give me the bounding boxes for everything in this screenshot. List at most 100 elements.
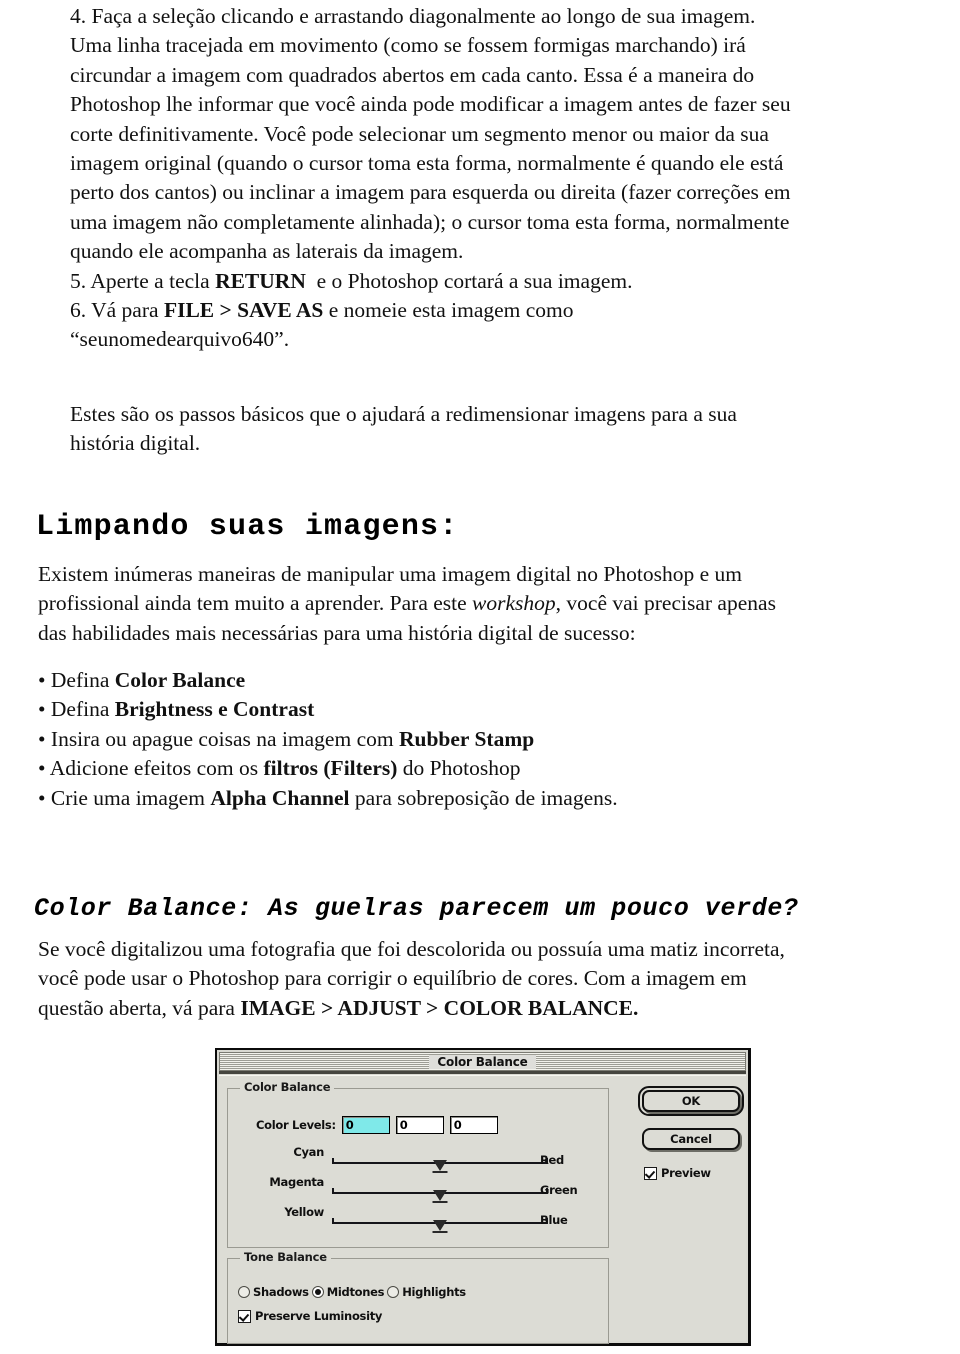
step-5-line: 5. Aperte a tecla RETURN e o Photoshop c… xyxy=(70,267,954,296)
color-balance-dialog-figure: Color Balance Color Balance Color Levels… xyxy=(215,1048,751,1346)
list-item-term: filtros (Filters) xyxy=(263,756,398,781)
cancel-button[interactable]: Cancel xyxy=(642,1128,740,1150)
radio-label-shadows: Shadows xyxy=(253,1285,309,1299)
preserve-luminosity-label: Preserve Luminosity xyxy=(255,1309,383,1323)
list-item-prefix: Adicione efeitos com os xyxy=(49,756,264,781)
paragraph-line: circundar a imagem com quadrados abertos… xyxy=(70,62,755,87)
radio-shadows[interactable]: Shadows xyxy=(238,1285,309,1299)
list-item-prefix: Crie uma imagem xyxy=(50,785,211,810)
step-6-prefix: 6. Vá para xyxy=(70,298,164,323)
intro-line-prefix: profissional ainda tem muito a aprender.… xyxy=(38,591,473,616)
list-item-term: Color Balance xyxy=(114,668,246,692)
slider-thumb-magenta-green[interactable] xyxy=(433,1190,447,1201)
dialog-body: Color Balance Color Levels: 0 0 0 Cyan R… xyxy=(219,1075,746,1344)
slider-track-yellow-blue[interactable] xyxy=(332,1218,548,1233)
body-line: Se você digitalizou uma fotografia que f… xyxy=(38,937,785,961)
list-item-term: Brightness e Contrast xyxy=(114,697,315,722)
slider-label-blue: Blue xyxy=(540,1213,568,1227)
body-line: você pode usar o Photoshop para corrigir… xyxy=(38,966,747,991)
intro-line-suffix: , você vai precisar apenas xyxy=(555,591,776,616)
radio-label-midtones: Midtones xyxy=(326,1285,385,1299)
dialog-title: Color Balance xyxy=(429,1054,536,1069)
dialog-button-stack: OK Cancel Preview xyxy=(638,1086,744,1180)
color-balance-text-block: Se você digitalizou uma fotografia que f… xyxy=(38,935,954,1023)
slider-thumb-base xyxy=(432,1171,448,1173)
body-line-prefix: questão aberta, vá para xyxy=(38,995,241,1020)
step-6-line: 6. Vá para FILE > SAVE AS e nomeie esta … xyxy=(70,296,954,325)
body-line: questão aberta, vá para IMAGE > ADJUST >… xyxy=(38,994,954,1023)
summary-line: história digital. xyxy=(70,431,201,456)
slider-label-red: Red xyxy=(540,1153,564,1167)
preserve-luminosity-checkbox[interactable]: Preserve Luminosity xyxy=(238,1309,382,1323)
slider-label-green: Green xyxy=(540,1183,578,1197)
color-level-input-red[interactable]: 0 xyxy=(341,1116,390,1134)
color-balance-group: Color Balance Color Levels: 0 0 0 Cyan R… xyxy=(227,1080,609,1248)
slider-tick-left xyxy=(332,1158,334,1164)
steps-text-block: 4. Faça a seleção clicando e arrastando … xyxy=(70,2,954,355)
dialog-titlebar[interactable]: Color Balance xyxy=(219,1052,746,1071)
radio-dot-selected-icon xyxy=(311,1286,324,1298)
tone-balance-group-label: Tone Balance xyxy=(240,1250,331,1264)
list-item-prefix: Defina xyxy=(50,697,115,722)
list-item-prefix: Defina xyxy=(50,668,115,692)
paragraph-line: imagem original (quando o cursor toma es… xyxy=(70,151,784,176)
step-5-suffix: e o Photoshop cortará a sua imagem. xyxy=(305,268,633,293)
color-levels-label: Color Levels: xyxy=(256,1118,336,1132)
list-item: Adicione efeitos com os filtros (Filters… xyxy=(38,754,948,783)
slider-thumb-cyan-red[interactable] xyxy=(433,1160,447,1171)
intro-line: profissional ainda tem muito a aprender.… xyxy=(38,589,948,618)
paragraph-line: corte definitivamente. Você pode selecio… xyxy=(70,121,769,146)
radio-label-highlights: Highlights xyxy=(402,1285,466,1299)
paragraph-line: 4. Faça a seleção clicando e arrastando … xyxy=(70,4,756,28)
tone-balance-group: Tone Balance Shadows Midtones Highlights… xyxy=(227,1250,609,1344)
step-6-filename: “seunomedearquivo640”. xyxy=(70,327,290,352)
slider-row-cyan-red: Cyan Red xyxy=(236,1145,602,1175)
titlebar-divider xyxy=(219,1071,746,1074)
slider-tick-left xyxy=(332,1188,334,1194)
list-item-suffix: do Photoshop xyxy=(397,756,521,781)
paragraph-line: quando ele acompanha as laterais da imag… xyxy=(70,239,464,264)
step-5-keyword: RETURN xyxy=(215,268,306,293)
slider-thumb-base xyxy=(432,1201,448,1203)
intro-text-block: Existem inúmeras maneiras de manipular u… xyxy=(38,560,948,648)
skills-bullet-list: Defina Color Balance Defina Brightness e… xyxy=(38,666,948,813)
menu-path: IMAGE > ADJUST > COLOR BALANCE. xyxy=(240,995,639,1020)
slider-label-magenta: Magenta xyxy=(269,1175,324,1189)
checkbox-checked-icon xyxy=(238,1309,251,1323)
section-heading-color-balance: Color Balance: As guelras parecem um pou… xyxy=(34,894,799,923)
paragraph-line: Uma linha tracejada em movimento (como s… xyxy=(70,33,746,58)
slider-label-cyan: Cyan xyxy=(293,1145,324,1159)
list-item-suffix: para sobreposição de imagens. xyxy=(349,785,618,810)
step-6-suffix: e nomeie esta imagem como xyxy=(323,298,574,323)
list-item: Defina Color Balance xyxy=(38,666,948,695)
slider-row-magenta-green: Magenta Green xyxy=(236,1175,602,1205)
preview-checkbox[interactable]: Preview xyxy=(642,1166,740,1180)
radio-midtones[interactable]: Midtones xyxy=(311,1285,385,1299)
slider-track-cyan-red[interactable] xyxy=(332,1158,548,1173)
paragraph-line: Photoshop lhe informar que você ainda po… xyxy=(70,92,791,117)
preview-label: Preview xyxy=(661,1166,711,1180)
color-level-input-blue[interactable]: 0 xyxy=(449,1116,498,1134)
paragraph-line: uma imagem não completamente alinhada); … xyxy=(70,209,790,234)
radio-dot-icon xyxy=(387,1286,400,1298)
list-item: Defina Brightness e Contrast xyxy=(38,695,948,724)
slider-thumb-yellow-blue[interactable] xyxy=(433,1220,447,1231)
slider-row-yellow-blue: Yellow Blue xyxy=(236,1205,602,1235)
intro-line: das habilidades mais necessárias para um… xyxy=(38,620,636,645)
list-item: Insira ou apague coisas na imagem com Ru… xyxy=(38,725,948,754)
checkbox-checked-icon xyxy=(644,1166,657,1180)
slider-tick-left xyxy=(332,1218,334,1224)
list-item-prefix: Insira ou apague coisas na imagem com xyxy=(50,726,399,751)
list-item: Crie uma imagem Alpha Channel para sobre… xyxy=(38,784,948,813)
slider-track-magenta-green[interactable] xyxy=(332,1188,548,1203)
radio-highlights[interactable]: Highlights xyxy=(387,1285,466,1299)
list-item-term: Rubber Stamp xyxy=(398,726,535,751)
ok-button[interactable]: OK xyxy=(638,1086,744,1116)
intro-line-emphasis: workshop xyxy=(472,591,556,616)
summary-text-block: Estes são os passos básicos que o ajudar… xyxy=(70,400,950,459)
color-level-input-green[interactable]: 0 xyxy=(395,1116,444,1134)
slider-thumb-base xyxy=(432,1231,448,1233)
intro-line: Existem inúmeras maneiras de manipular u… xyxy=(38,562,742,586)
color-balance-dialog: Color Balance Color Balance Color Levels… xyxy=(215,1048,751,1346)
paragraph-line: perto dos cantos) ou inclinar a imagem p… xyxy=(70,180,791,205)
